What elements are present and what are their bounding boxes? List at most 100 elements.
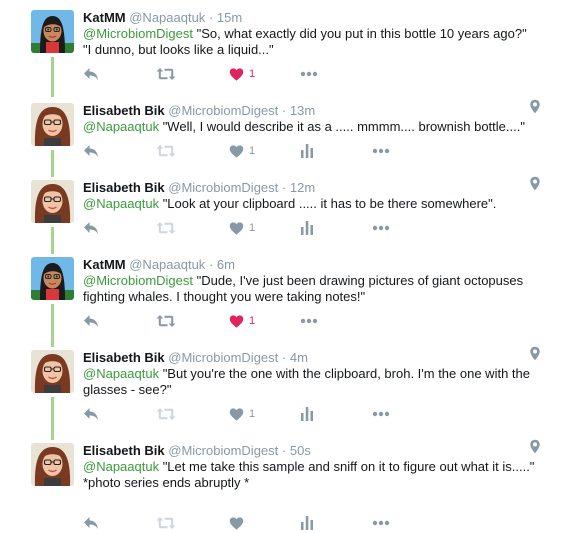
separator: ·: [281, 350, 287, 365]
separator: ·: [281, 443, 287, 458]
more-button[interactable]: [372, 406, 390, 422]
like-button[interactable]: 1: [229, 313, 255, 329]
reply-button[interactable]: [83, 313, 99, 329]
retweet-button[interactable]: [156, 406, 176, 422]
timestamp[interactable]: 15m: [217, 10, 242, 25]
retweet-button[interactable]: [156, 313, 176, 329]
more-icon: [300, 318, 318, 324]
user-handle[interactable]: @Napaaqtuk: [129, 257, 205, 272]
tweet-text: @MicrobiomDigest "Dude, I've just been d…: [83, 273, 543, 305]
retweet-icon: [156, 220, 176, 236]
tweet-text: @Napaaqtuk "Look at your clipboard .....…: [83, 196, 543, 212]
like-button[interactable]: 1: [229, 66, 255, 82]
user-handle[interactable]: @MicrobiomDigest: [168, 180, 278, 195]
reply-icon: [83, 313, 99, 329]
location-pin-icon[interactable]: [529, 439, 541, 454]
user-handle[interactable]: @MicrobiomDigest: [168, 443, 278, 458]
analytics-icon: [300, 515, 314, 531]
retweet-button[interactable]: [156, 220, 176, 236]
timestamp[interactable]: 12m: [290, 180, 315, 195]
more-icon: [300, 71, 318, 77]
retweet-icon: [156, 515, 176, 531]
heart-icon: [229, 221, 244, 236]
mention-link[interactable]: @Napaaqtuk: [83, 366, 159, 381]
display-name[interactable]: KatMM: [83, 257, 126, 272]
reply-icon: [83, 406, 99, 422]
tweet-text-body: "Well, I would describe it as a ..... mm…: [159, 119, 525, 134]
mention-link[interactable]: @Napaaqtuk: [83, 459, 159, 474]
tweet-text-line2: "I dunno, but looks like a liquid...": [83, 42, 274, 57]
timestamp[interactable]: 13m: [290, 103, 315, 118]
more-button[interactable]: [372, 515, 390, 531]
reply-icon: [83, 220, 99, 236]
avatar[interactable]: [31, 180, 74, 223]
like-count: 1: [249, 315, 256, 327]
reply-button[interactable]: [83, 66, 99, 82]
retweet-button[interactable]: [156, 515, 176, 531]
more-icon: [372, 225, 390, 231]
location-pin-icon[interactable]: [529, 346, 541, 361]
more-button[interactable]: [372, 220, 390, 236]
mention-link[interactable]: @Napaaqtuk: [83, 119, 159, 134]
tweet-text-extra: *photo series ends abruptly *: [83, 475, 250, 490]
reply-button[interactable]: [83, 515, 99, 531]
tweet-header: KatMM @Napaaqtuk · 15m: [83, 10, 242, 25]
analytics-button[interactable]: [300, 220, 314, 236]
retweet-icon: [156, 143, 176, 159]
timestamp[interactable]: 6m: [217, 257, 235, 272]
user-handle[interactable]: @MicrobiomDigest: [168, 103, 278, 118]
avatar[interactable]: [31, 10, 74, 53]
reply-button[interactable]: [83, 220, 99, 236]
analytics-button[interactable]: [300, 143, 314, 159]
heart-icon: [229, 516, 244, 531]
avatar[interactable]: [31, 443, 74, 486]
thread-line: [51, 304, 54, 347]
reply-button[interactable]: [83, 406, 99, 422]
tweet-header: KatMM @Napaaqtuk · 6m: [83, 257, 235, 272]
retweet-button[interactable]: [156, 66, 176, 82]
thread-line: [51, 397, 54, 440]
avatar[interactable]: [31, 103, 74, 146]
display-name[interactable]: Elisabeth Bik: [83, 180, 165, 195]
tweet-header: Elisabeth Bik @MicrobiomDigest · 4m: [83, 350, 308, 365]
tweet-text-body: "Let me take this sample and sniff on it…: [159, 459, 535, 474]
reply-button[interactable]: [83, 143, 99, 159]
more-button[interactable]: [300, 66, 318, 82]
like-count: 1: [249, 222, 256, 234]
user-handle[interactable]: @Napaaqtuk: [129, 10, 205, 25]
display-name[interactable]: Elisabeth Bik: [83, 103, 165, 118]
display-name[interactable]: Elisabeth Bik: [83, 350, 165, 365]
more-button[interactable]: [372, 143, 390, 159]
separator: ·: [281, 180, 287, 195]
analytics-button[interactable]: [300, 515, 314, 531]
more-icon: [372, 520, 390, 526]
thread-line: [51, 150, 54, 177]
heart-icon: [229, 67, 244, 82]
like-button[interactable]: 1: [229, 220, 255, 236]
location-pin-icon[interactable]: [529, 99, 541, 114]
heart-icon: [229, 314, 244, 329]
separator: ·: [281, 103, 287, 118]
avatar[interactable]: [31, 350, 74, 393]
mention-link[interactable]: @MicrobiomDigest: [83, 26, 193, 41]
like-count: 1: [249, 68, 256, 80]
mention-link[interactable]: @Napaaqtuk: [83, 196, 159, 211]
location-pin-icon[interactable]: [529, 176, 541, 191]
like-button[interactable]: 1: [229, 406, 255, 422]
display-name[interactable]: KatMM: [83, 10, 126, 25]
analytics-button[interactable]: [300, 406, 314, 422]
analytics-icon: [300, 143, 314, 159]
more-icon: [372, 411, 390, 417]
mention-link[interactable]: @MicrobiomDigest: [83, 273, 193, 288]
avatar[interactable]: [31, 257, 74, 300]
timestamp[interactable]: 4m: [290, 350, 308, 365]
like-button[interactable]: 1: [229, 143, 255, 159]
more-button[interactable]: [300, 313, 318, 329]
user-handle[interactable]: @MicrobiomDigest: [168, 350, 278, 365]
retweet-button[interactable]: [156, 143, 176, 159]
timestamp[interactable]: 50s: [290, 443, 311, 458]
like-button[interactable]: [229, 515, 244, 531]
display-name[interactable]: Elisabeth Bik: [83, 443, 165, 458]
thread-line: [51, 57, 54, 97]
tweet-text: @Napaaqtuk "Let me take this sample and …: [83, 459, 543, 491]
